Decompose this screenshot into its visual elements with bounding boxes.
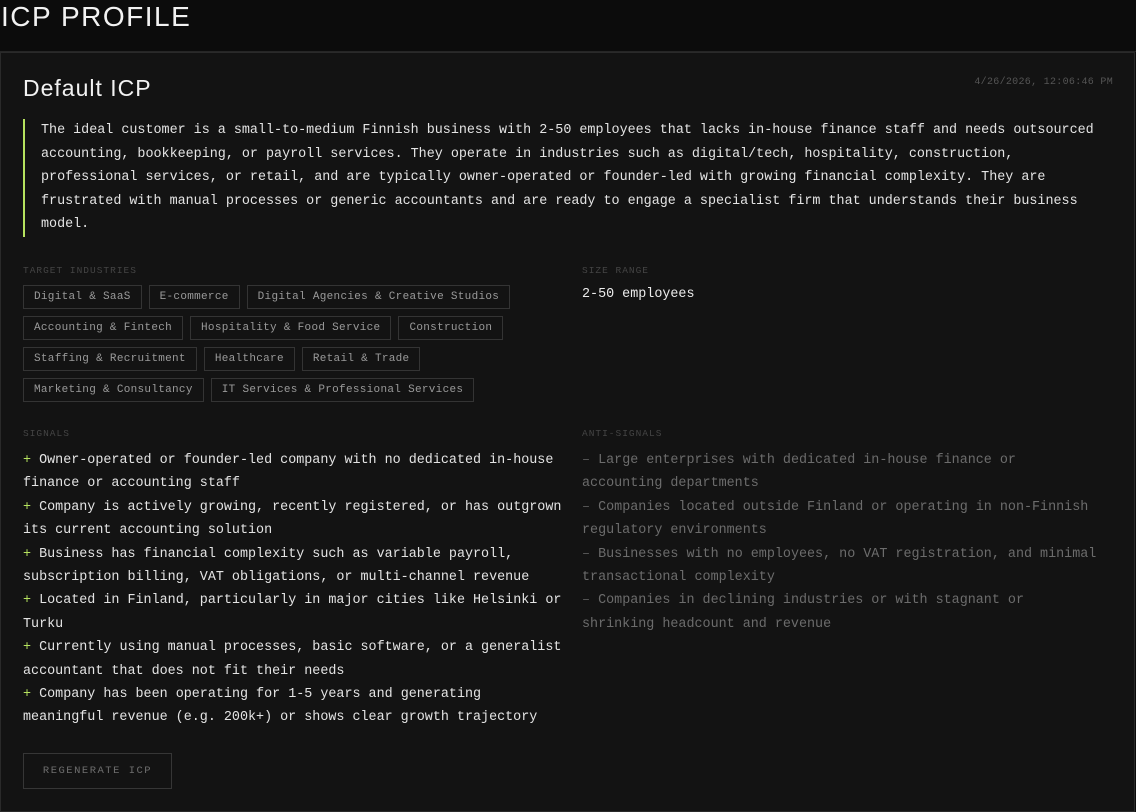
signal-text: Businesses with no employees, no VAT reg… — [582, 546, 1097, 586]
signal-text: Large enterprises with dedicated in-hous… — [582, 453, 1016, 492]
industry-tag: E-commerce — [148, 285, 240, 309]
anti-signal-item: – Businesses with no employees, no VAT r… — [582, 543, 1102, 590]
signal-text: Business has financial complexity such a… — [23, 546, 530, 586]
industry-tag: Accounting & Fintech — [23, 316, 184, 340]
icp-card: Default ICP 4/26/2026, 12:06:46 PM The i… — [0, 52, 1135, 812]
plus-icon: + — [23, 499, 32, 515]
signal-text: Owner-operated or founder-led company wi… — [23, 453, 554, 492]
signal-item: + Business has financial complexity such… — [23, 543, 563, 590]
plus-icon: + — [23, 640, 32, 656]
signal-item: + Currently using manual processes, basi… — [23, 636, 563, 683]
page-title: ICP PROFILE — [1, 1, 192, 32]
industry-tag: Digital & SaaS — [23, 285, 142, 309]
plus-icon: + — [23, 593, 32, 609]
anti-signal-item: – Large enterprises with dedicated in-ho… — [582, 449, 1102, 496]
signal-item: + Company has been operating for 1-5 yea… — [23, 683, 563, 730]
anti-signals-list: – Large enterprises with dedicated in-ho… — [582, 449, 1102, 636]
dash-icon: – — [582, 499, 591, 515]
signal-item: + Company is actively growing, recently … — [23, 496, 563, 543]
size-range-value: 2-50 employees — [582, 287, 695, 302]
industry-tag-list: Digital & SaaS E-commerce Digital Agencies… — [23, 285, 543, 402]
signal-text: Companies in declining industries or wit… — [582, 593, 1024, 632]
industry-tag: Digital Agencies & Creative Studios — [246, 285, 511, 309]
target-industries-label: TARGET INDUSTRIES — [23, 265, 137, 276]
signal-item: + Owner-operated or founder-led company … — [23, 449, 563, 496]
industry-tag: Retail & Trade — [301, 347, 421, 371]
signals-label: SIGNALS — [23, 428, 70, 439]
signal-text: Company is actively growing, recently re… — [23, 499, 562, 539]
signals-list: + Owner-operated or founder-led company … — [23, 449, 563, 730]
anti-signal-item: – Companies in declining industries or w… — [582, 589, 1102, 636]
plus-icon: + — [23, 453, 32, 468]
size-range-label: SIZE RANGE — [582, 265, 650, 276]
signal-text: Currently using manual processes, basic … — [23, 640, 562, 679]
industry-tag: Staffing & Recruitment — [23, 347, 197, 371]
industry-tag: Healthcare — [203, 347, 295, 371]
icp-summary: The ideal customer is a small-to-medium … — [23, 119, 1101, 237]
page-header: ICP PROFILE — [0, 0, 1136, 52]
industry-tag: Marketing & Consultancy — [23, 378, 204, 402]
signal-text: Companies located outside Finland or ope… — [582, 499, 1089, 539]
dash-icon: – — [582, 593, 591, 609]
signal-text: Company has been operating for 1-5 years… — [23, 687, 538, 726]
timestamp: 4/26/2026, 12:06:46 PM — [974, 77, 1113, 88]
icp-name: Default ICP — [23, 75, 152, 101]
signal-item: + Located in Finland, particularly in ma… — [23, 589, 563, 636]
dash-icon: – — [582, 546, 591, 562]
industry-tag: IT Services & Professional Services — [210, 378, 475, 402]
plus-icon: + — [23, 687, 32, 703]
anti-signals-label: ANTI-SIGNALS — [582, 428, 663, 439]
dash-icon: – — [582, 453, 591, 468]
industry-tag: Construction — [398, 316, 504, 340]
industry-tag: Hospitality & Food Service — [190, 316, 392, 340]
regenerate-icp-button[interactable]: REGENERATE ICP — [23, 753, 172, 789]
signal-text: Located in Finland, particularly in majo… — [23, 593, 562, 632]
plus-icon: + — [23, 546, 32, 562]
anti-signal-item: – Companies located outside Finland or o… — [582, 496, 1102, 543]
